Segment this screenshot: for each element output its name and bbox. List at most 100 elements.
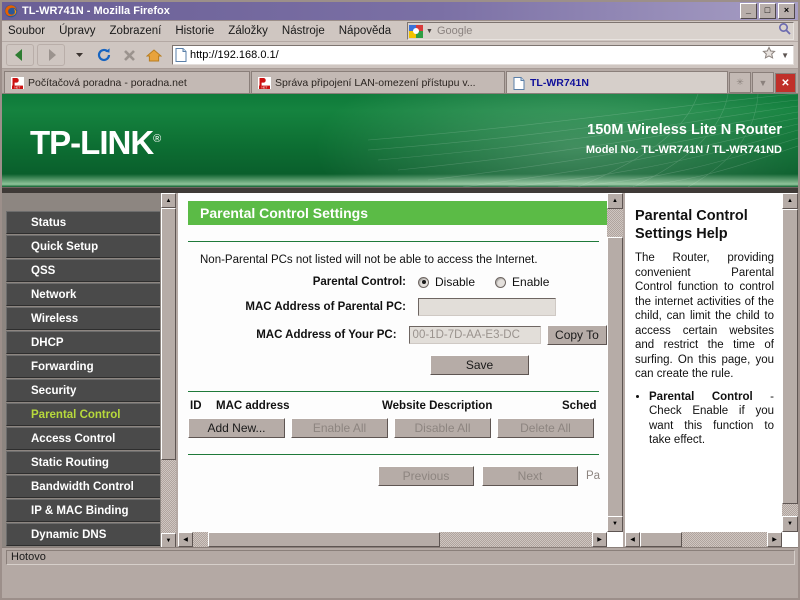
mac-parental-label: MAC Address of Parental PC: <box>188 301 418 313</box>
close-tab-button[interactable]: ✕ <box>775 73 796 93</box>
help-scroll-left-button[interactable]: ◀ <box>625 532 640 547</box>
close-button[interactable]: × <box>778 3 795 19</box>
main-scroll-left-button[interactable]: ◀ <box>178 532 193 547</box>
sidebar-item-bandwidth-control[interactable]: Bandwidth Control <box>6 475 172 498</box>
add-new-button[interactable]: Add New... <box>188 418 285 438</box>
tab-poradna[interactable]: NET Počítačová poradna - poradna.net <box>4 71 250 93</box>
help-bullet-list: Parental Control - Check Enable if you w… <box>649 390 774 448</box>
help-scroll-up-button[interactable]: ▲ <box>782 193 798 209</box>
next-button[interactable]: Next <box>482 466 578 486</box>
search-box[interactable]: ▼ Google <box>407 22 794 40</box>
reload-icon[interactable] <box>93 45 115 65</box>
help-hscroll-thumb[interactable] <box>640 532 682 547</box>
google-icon <box>409 24 425 38</box>
poradna-favicon: NET <box>11 77 24 89</box>
title-bar: TL-WR741N - Mozilla Firefox _ □ × <box>2 2 798 21</box>
home-icon[interactable] <box>143 45 165 65</box>
menu-zobrazeni[interactable]: Zobrazení <box>110 25 162 37</box>
firefox-icon <box>4 4 18 18</box>
firefox-window: TL-WR741N - Mozilla Firefox _ □ × Soubor… <box>0 0 800 600</box>
search-engine-dropdown-icon[interactable]: ▼ <box>426 28 433 35</box>
help-inner: Parental Control Settings Help The Route… <box>625 193 782 532</box>
url-dropdown-icon[interactable]: ▼ <box>781 51 791 60</box>
tab-tl-wr741n[interactable]: TL-WR741N <box>506 71 728 93</box>
sidebar-item-network[interactable]: Network <box>6 283 172 306</box>
main-scroll-thumb[interactable] <box>607 237 623 532</box>
sidebar-item-security[interactable]: Security <box>6 379 172 402</box>
menu-napoveda[interactable]: Nápověda <box>339 25 391 37</box>
sidebar-item-label: DHCP <box>31 337 64 349</box>
search-icon[interactable] <box>775 22 793 40</box>
menu-zalozky[interactable]: Záložky <box>228 25 268 37</box>
menu-upravy[interactable]: Úpravy <box>59 25 95 37</box>
tab-sprava-lan[interactable]: NET Správa připojení LAN-omezení přístup… <box>251 71 505 93</box>
help-scroll-right-button[interactable]: ▶ <box>767 532 782 547</box>
search-input[interactable]: Google <box>437 25 775 37</box>
sidebar-list: Status Quick Setup QSS Network Wireless … <box>6 211 172 547</box>
sidebar-item-access-control[interactable]: Access Control <box>6 427 172 450</box>
tab-label: Počítačová poradna - poradna.net <box>28 77 187 89</box>
product-name: 150M Wireless Lite N Router <box>587 122 782 138</box>
parental-control-row: Parental Control: Disable Enable <box>188 275 607 289</box>
main-horizontal-scrollbar[interactable]: ◀ ▶ <box>178 532 607 547</box>
radio-enable[interactable]: Enable <box>495 275 549 289</box>
maximize-button[interactable]: □ <box>759 3 776 19</box>
radio-disable-input[interactable] <box>418 277 429 288</box>
help-scroll-down-button[interactable]: ▼ <box>782 516 798 532</box>
sidebar-scroll-down-button[interactable]: ▼ <box>161 533 176 547</box>
sidebar-scroll-thumb[interactable] <box>161 208 176 460</box>
sidebar-item-forwarding[interactable]: Forwarding <box>6 355 172 378</box>
sidebar-item-qss[interactable]: QSS <box>6 259 172 282</box>
url-input[interactable]: http://192.168.0.1/ <box>190 49 759 61</box>
sidebar-menu: Status Quick Setup QSS Network Wireless … <box>2 193 178 547</box>
sidebar-item-ip-mac-binding[interactable]: IP & MAC Binding <box>6 499 172 522</box>
radio-disable[interactable]: Disable <box>418 275 475 289</box>
copy-to-button[interactable]: Copy To <box>547 325 607 345</box>
col-id: ID <box>190 400 216 412</box>
navigation-toolbar: http://192.168.0.1/ ▼ <box>2 42 798 69</box>
sidebar-item-dhcp[interactable]: DHCP <box>6 331 172 354</box>
main-scroll-down-button[interactable]: ▼ <box>607 516 623 532</box>
delete-all-button[interactable]: Delete All <box>497 418 594 438</box>
radio-enable-input[interactable] <box>495 277 506 288</box>
sidebar-item-status[interactable]: Status <box>6 211 172 234</box>
previous-button[interactable]: Previous <box>378 466 474 486</box>
new-tab-button[interactable]: ✳ <box>729 72 751 93</box>
model-number: Model No. TL-WR741N / TL-WR741ND <box>586 144 782 156</box>
help-horizontal-scrollbar[interactable]: ◀ ▶ <box>625 532 782 547</box>
main-scroll-up-button[interactable]: ▲ <box>607 193 623 209</box>
sidebar-scroll-up-button[interactable]: ▲ <box>161 193 176 208</box>
save-button[interactable]: Save <box>430 355 529 375</box>
history-dropdown-icon[interactable] <box>68 45 90 65</box>
sidebar-item-quick-setup[interactable]: Quick Setup <box>6 235 172 258</box>
back-button[interactable] <box>6 44 34 66</box>
main-scroll-right-button[interactable]: ▶ <box>592 532 607 547</box>
sidebar-item-label: IP & MAC Binding <box>31 505 129 517</box>
sidebar-item-label: QSS <box>31 265 55 277</box>
stop-icon[interactable] <box>118 45 140 65</box>
sidebar-item-dynamic-dns[interactable]: Dynamic DNS <box>6 523 172 546</box>
help-scroll-thumb[interactable] <box>782 209 798 504</box>
forward-button[interactable] <box>37 44 65 66</box>
page-title: Parental Control Settings <box>188 201 607 225</box>
menu-nastroje[interactable]: Nástroje <box>282 25 325 37</box>
menu-soubor[interactable]: Soubor <box>8 25 45 37</box>
main-hscroll-thumb[interactable] <box>208 532 440 547</box>
sidebar-scrollbar[interactable]: ▲ ▼ <box>160 193 176 547</box>
enable-all-button[interactable]: Enable All <box>291 418 388 438</box>
poradna-favicon: NET <box>258 77 271 89</box>
disable-all-button[interactable]: Disable All <box>394 418 491 438</box>
help-vertical-scrollbar[interactable]: ▲ ▼ <box>782 193 798 532</box>
minimize-button[interactable]: _ <box>740 3 757 19</box>
mac-your-input[interactable]: 00-1D-7D-AA-E3-DC <box>409 326 541 344</box>
main-vertical-scrollbar[interactable]: ▲ ▼ <box>607 193 623 532</box>
sidebar-item-static-routing[interactable]: Static Routing <box>6 451 172 474</box>
url-bar[interactable]: http://192.168.0.1/ ▼ <box>172 45 794 65</box>
bookmark-star-icon[interactable] <box>762 46 778 65</box>
mac-parental-input[interactable] <box>418 298 556 316</box>
sidebar-item-parental-control[interactable]: Parental Control <box>6 403 172 426</box>
sidebar-item-wireless[interactable]: Wireless <box>6 307 172 330</box>
list-all-tabs-button[interactable]: ▼ <box>752 72 774 93</box>
menu-historie[interactable]: Historie <box>175 25 214 37</box>
sidebar-item-label: Bandwidth Control <box>31 481 134 493</box>
